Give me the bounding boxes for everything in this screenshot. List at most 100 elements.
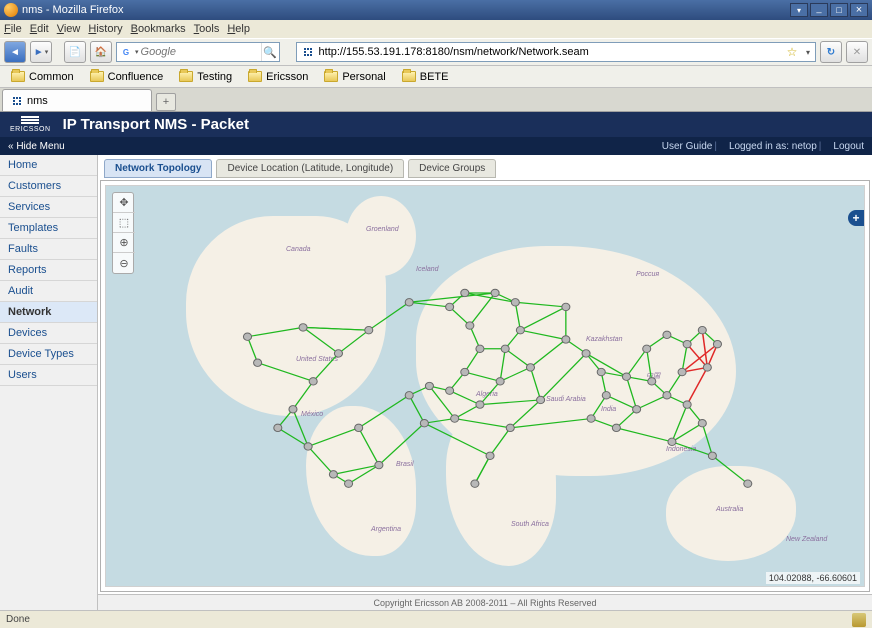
user-guide-link[interactable]: User Guide [662,141,713,152]
network-node[interactable] [501,345,509,352]
bookmark-ericsson[interactable]: Ericsson [241,69,315,85]
network-node[interactable] [461,368,469,375]
network-node[interactable] [678,368,686,375]
window-minimize-button[interactable] [810,3,828,17]
network-node[interactable] [582,350,590,357]
recent-pages-button[interactable]: 📄 [64,41,86,63]
network-node[interactable] [587,415,595,422]
network-node[interactable] [663,392,671,399]
logout-link[interactable]: Logout [833,141,864,152]
network-node[interactable] [476,401,484,408]
network-node[interactable] [668,438,676,445]
network-node[interactable] [703,364,711,371]
window-close-button[interactable] [850,3,868,17]
network-node[interactable] [274,424,282,431]
network-node[interactable] [471,480,479,487]
map-select-tool[interactable]: ⬚ [113,213,135,233]
window-maximize-button[interactable] [830,3,848,17]
network-node[interactable] [355,424,363,431]
sidebar-item-customers[interactable]: Customers [0,176,97,197]
sidebar-item-faults[interactable]: Faults [0,239,97,260]
network-node[interactable] [425,382,433,389]
network-node[interactable] [526,364,534,371]
network-node[interactable] [713,340,721,347]
search-submit-icon[interactable]: 🔍 [261,43,279,61]
network-node[interactable] [506,424,514,431]
network-node[interactable] [405,392,413,399]
bookmark-testing[interactable]: Testing [172,69,239,85]
browser-tab[interactable]: nms [2,89,152,111]
bookmark-common[interactable]: Common [4,69,81,85]
menu-tools[interactable]: Tools [194,23,220,35]
network-node[interactable] [683,401,691,408]
network-node[interactable] [683,340,691,347]
menu-bookmarks[interactable]: Bookmarks [131,23,186,35]
forward-button[interactable]: ► [30,41,52,63]
network-node[interactable] [496,378,504,385]
bookmark-bete[interactable]: BETE [395,69,456,85]
network-node[interactable] [461,289,469,296]
new-tab-button[interactable]: + [156,93,176,111]
sidebar-item-services[interactable]: Services [0,197,97,218]
bookmark-star-icon[interactable]: ☆ [783,45,801,59]
url-dropdown-icon[interactable]: ▾ [801,48,815,57]
network-node[interactable] [304,443,312,450]
sidebar-item-audit[interactable]: Audit [0,281,97,302]
network-node[interactable] [511,299,519,306]
subtab-2[interactable]: Device Groups [408,159,496,178]
network-node[interactable] [648,378,656,385]
network-node[interactable] [612,424,620,431]
bookmark-confluence[interactable]: Confluence [83,69,171,85]
bookmark-personal[interactable]: Personal [317,69,392,85]
network-node[interactable] [663,331,671,338]
sidebar-item-devices[interactable]: Devices [0,323,97,344]
network-node[interactable] [466,322,474,329]
network-node[interactable] [622,373,630,380]
menu-file[interactable]: File [4,23,22,35]
map-zoom-in-tool[interactable]: ⊕ [113,233,135,253]
reload-button[interactable]: ↻ [820,41,842,63]
network-node[interactable] [602,392,610,399]
network-node[interactable] [420,419,428,426]
network-node[interactable] [491,289,499,296]
network-node[interactable] [375,461,383,468]
home-button[interactable]: 🏠 [90,41,112,63]
network-node[interactable] [329,471,337,478]
sidebar-item-device-types[interactable]: Device Types [0,344,97,365]
network-node[interactable] [299,324,307,331]
network-node[interactable] [334,350,342,357]
back-button[interactable]: ◄ [4,41,26,63]
map-add-button[interactable]: + [848,210,864,226]
network-node[interactable] [446,387,454,394]
sidebar-item-users[interactable]: Users [0,365,97,386]
network-node[interactable] [633,406,641,413]
network-node[interactable] [345,480,353,487]
network-node[interactable] [516,326,524,333]
menu-edit[interactable]: Edit [30,23,49,35]
network-node[interactable] [405,299,413,306]
network-node[interactable] [446,303,454,310]
network-node[interactable] [243,333,251,340]
network-node[interactable] [476,345,484,352]
network-node[interactable] [698,419,706,426]
network-node[interactable] [486,452,494,459]
url-box[interactable]: ☆ ▾ [296,42,816,62]
sidebar-item-templates[interactable]: Templates [0,218,97,239]
subtab-0[interactable]: Network Topology [104,159,212,178]
network-node[interactable] [451,415,459,422]
network-node[interactable] [744,480,752,487]
map-zoom-out-tool[interactable]: ⊖ [113,253,135,273]
network-node[interactable] [698,326,706,333]
subtab-1[interactable]: Device Location (Latitude, Longitude) [216,159,404,178]
window-dropdown-button[interactable] [790,3,808,17]
network-node[interactable] [537,396,545,403]
url-input[interactable] [319,43,783,61]
sidebar-item-reports[interactable]: Reports [0,260,97,281]
menu-history[interactable]: History [88,23,122,35]
map-canvas[interactable]: ✥ ⬚ ⊕ ⊖ + 104.02088, -66.60601 CanadaUni… [105,185,865,587]
network-node[interactable] [597,368,605,375]
search-input[interactable] [141,43,261,61]
map-pan-tool[interactable]: ✥ [113,193,135,213]
menu-view[interactable]: View [57,23,81,35]
hide-menu-link[interactable]: « Hide Menu [8,141,65,152]
